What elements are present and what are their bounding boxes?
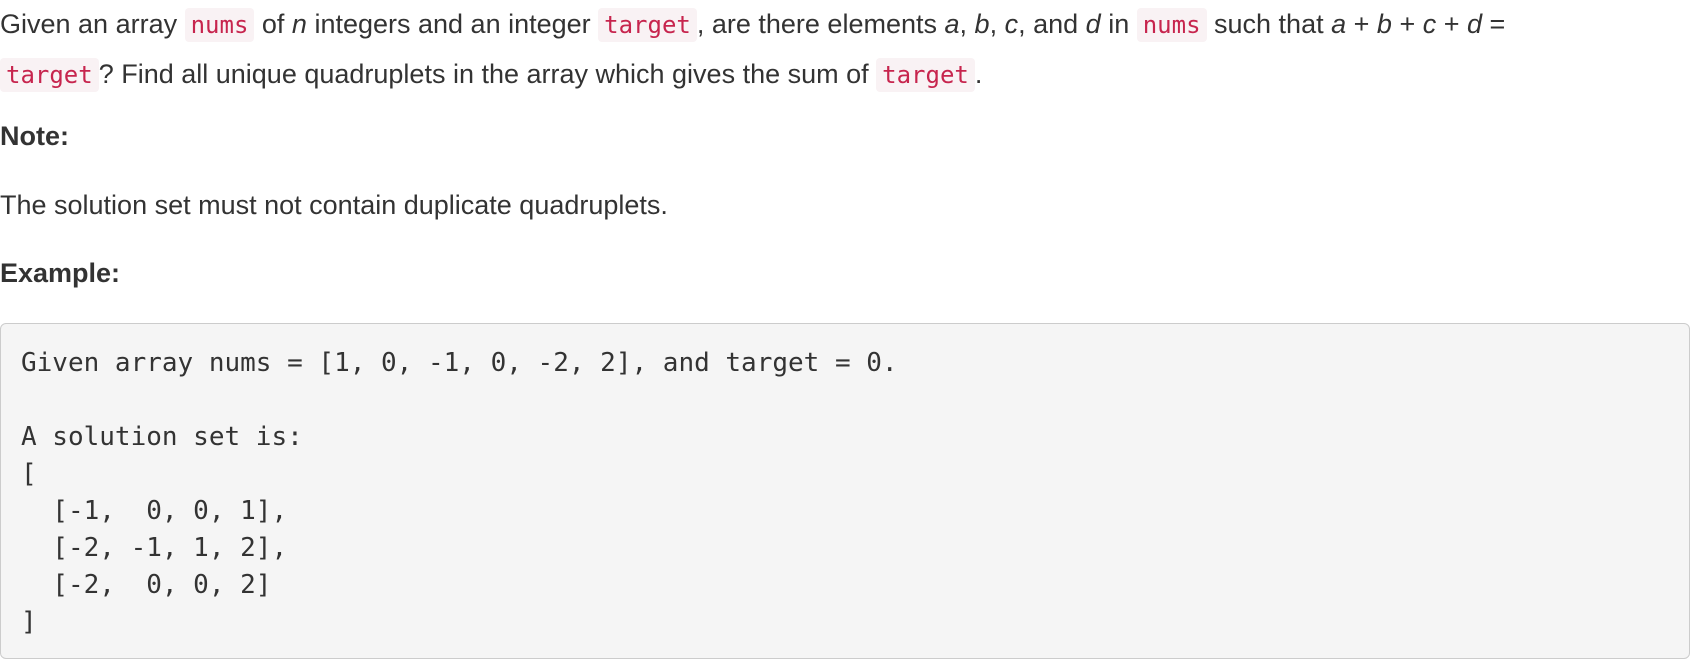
problem-text-3: integers and an integer xyxy=(306,9,599,39)
example-code-block: Given array nums = [1, 0, -1, 0, -2, 2],… xyxy=(0,323,1690,659)
equation-equals: = xyxy=(1482,9,1506,39)
equation-plus-2: + xyxy=(1391,9,1423,39)
code-nums-2: nums xyxy=(1136,8,1207,42)
equation-a: a xyxy=(1331,9,1347,39)
var-d: d xyxy=(1085,9,1101,39)
problem-text-1: Given an array xyxy=(0,9,185,39)
problem-paragraph: Given an array nums of n integers and an… xyxy=(0,0,1693,100)
note-text: The solution set must not contain duplic… xyxy=(0,190,668,220)
problem-text-4: , are there elements xyxy=(696,9,945,39)
equation-plus-3: + xyxy=(1436,9,1467,39)
problem-text-8: in xyxy=(1100,9,1137,39)
equation-b: b xyxy=(1376,9,1392,39)
var-n: n xyxy=(291,9,307,39)
problem-text-5: , xyxy=(959,9,975,39)
problem-description: Given an array nums of n integers and an… xyxy=(0,0,1693,100)
example-code: Given array nums = [1, 0, -1, 0, -2, 2],… xyxy=(21,348,898,637)
example-heading: Example: xyxy=(0,258,121,288)
note-heading: Note: xyxy=(0,121,69,151)
equation-c: c xyxy=(1422,9,1437,39)
code-target: target xyxy=(598,8,697,42)
problem-text-2: of xyxy=(254,9,292,39)
code-target-2: target xyxy=(0,58,99,92)
problem-text-7: , and xyxy=(1018,9,1086,39)
problem-text-10: ? Find all unique quadruplets in the arr… xyxy=(98,59,877,89)
problem-text-11: . xyxy=(974,59,983,89)
problem-text-6: , xyxy=(989,9,1005,39)
var-c: c xyxy=(1004,9,1019,39)
problem-text-9: such that xyxy=(1206,9,1332,39)
var-a: a xyxy=(944,9,960,39)
code-nums: nums xyxy=(184,8,255,42)
var-b: b xyxy=(974,9,990,39)
equation-plus-1: + xyxy=(1346,9,1377,39)
equation-d: d xyxy=(1467,9,1483,39)
code-target-3: target xyxy=(876,58,975,92)
